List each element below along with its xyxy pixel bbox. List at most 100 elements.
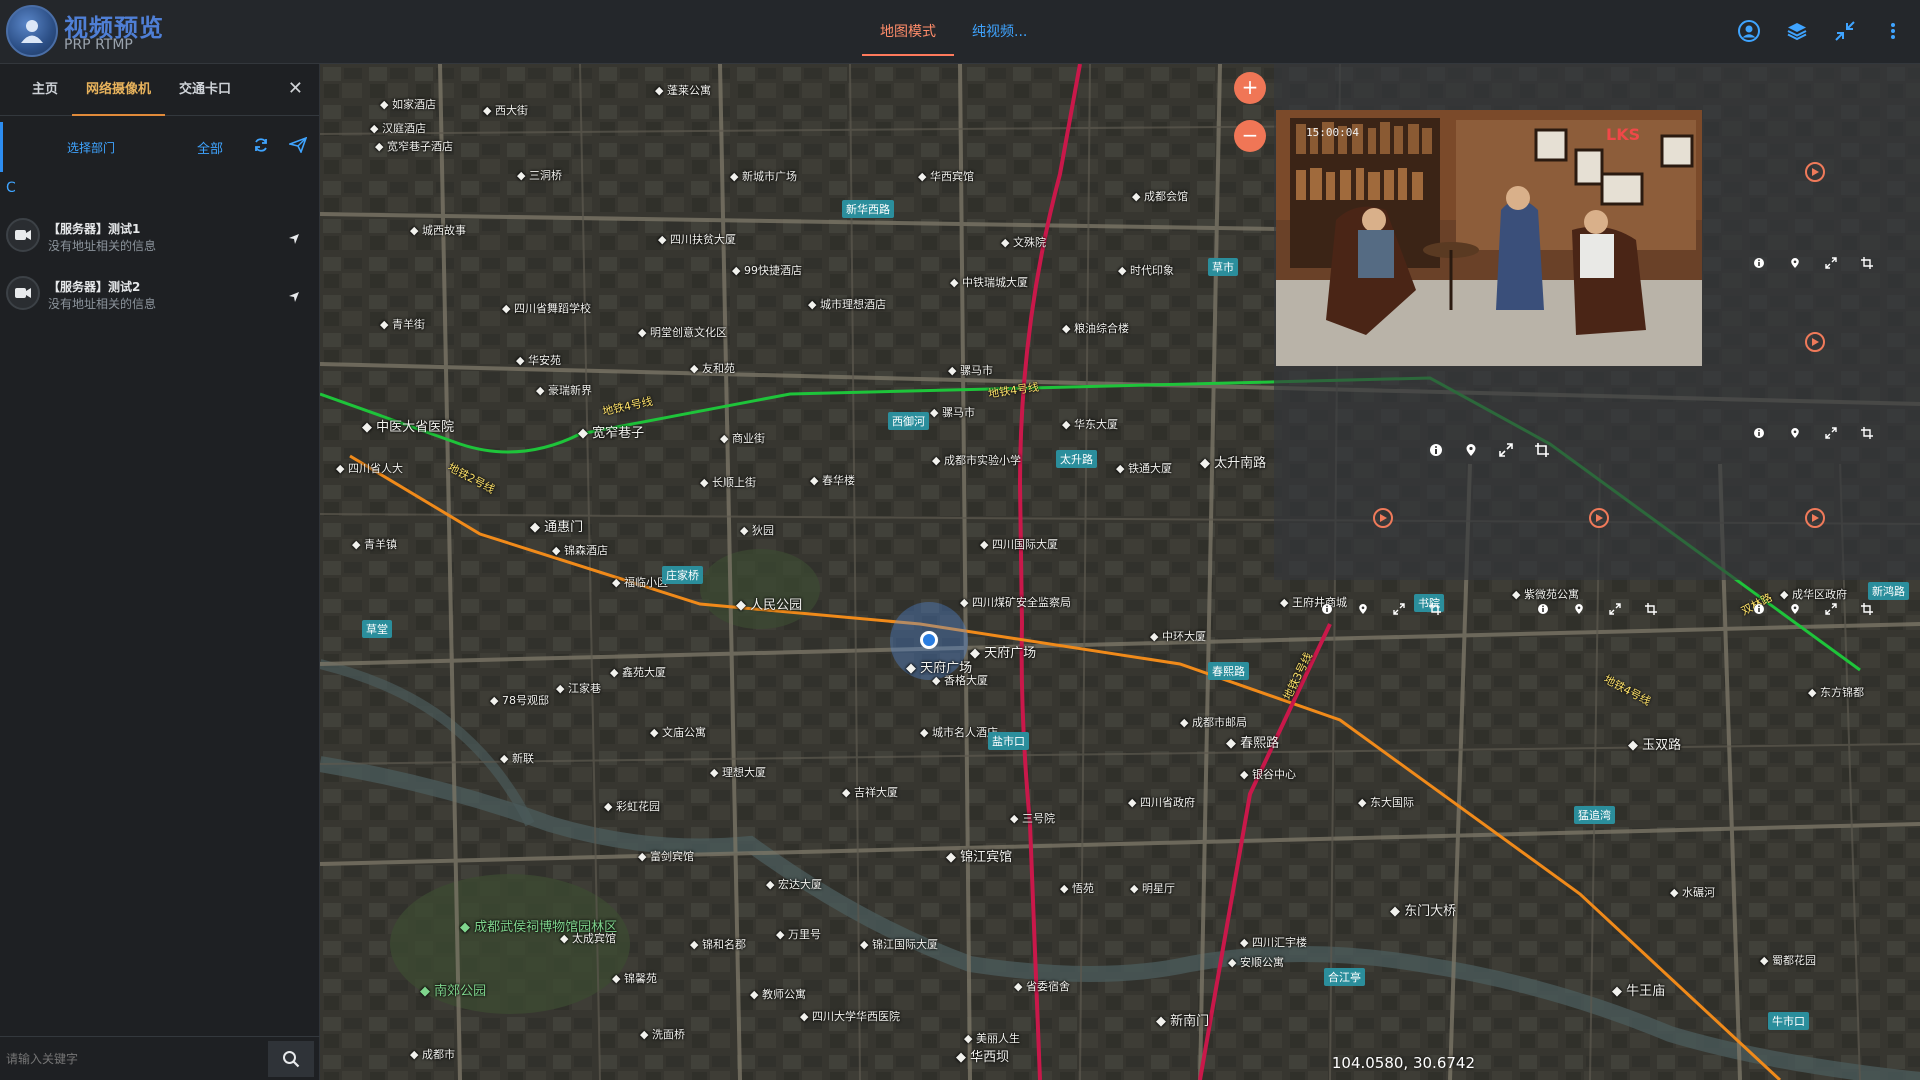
crop-icon[interactable] <box>1428 602 1442 616</box>
search-button[interactable] <box>268 1041 314 1077</box>
search-icon <box>283 1051 300 1068</box>
metro-station-badge[interactable]: 牛市口 <box>1768 1012 1809 1030</box>
location-pin-icon[interactable] <box>1788 256 1802 270</box>
info-icon[interactable] <box>1752 426 1766 440</box>
map-place-label: ◆ 锦江宾馆 <box>946 850 1013 865</box>
play-icon[interactable] <box>1589 508 1609 528</box>
metro-station-badge[interactable]: 春熙路 <box>1208 662 1249 680</box>
play-icon[interactable] <box>1805 332 1825 352</box>
metro-station-badge[interactable]: 盐市口 <box>988 732 1029 750</box>
location-pin-icon[interactable] <box>1572 602 1586 616</box>
metro-station-badge[interactable]: 新华西路 <box>842 200 894 218</box>
all-filter-button[interactable]: 全部 <box>197 138 223 157</box>
metro-station-badge[interactable]: 草市 <box>1208 258 1238 276</box>
locate-icon[interactable] <box>288 288 300 307</box>
tab-pure-video[interactable]: 纯视频... <box>954 0 1045 56</box>
map-place-label: ◆ 理想大厦 <box>710 766 766 779</box>
empty-video-cell[interactable] <box>1706 450 1920 620</box>
close-icon[interactable]: ✕ <box>288 78 303 99</box>
coordinate-readout: 104.0580, 30.6742 <box>1331 1054 1475 1072</box>
tab-traffic-checkpoint[interactable]: 交通卡口 <box>165 64 245 116</box>
sidebar: 主页 网络摄像机 交通卡口 ✕ 选择部门 全部 C 【服务器】测试1 没有地址相… <box>0 64 320 1080</box>
search-input[interactable] <box>6 1045 262 1073</box>
layers-icon[interactable] <box>1784 18 1810 44</box>
metro-station-badge[interactable]: 西御河 <box>888 412 929 430</box>
send-icon[interactable] <box>287 136 308 157</box>
map-place-label: ◆ 四川扶贫大厦 <box>658 233 736 246</box>
map-place-label: ◆ 宽窄巷子 <box>578 426 645 441</box>
zoom-in-button[interactable]: + <box>1234 72 1266 104</box>
info-icon[interactable] <box>1320 602 1334 616</box>
map-place-label: ◆ 如家酒店 <box>380 98 436 111</box>
fullscreen-icon[interactable] <box>1824 256 1838 270</box>
metro-station-badge[interactable]: 太升路 <box>1056 450 1097 468</box>
location-pin-icon[interactable] <box>1788 426 1802 440</box>
fullscreen-icon[interactable] <box>1608 602 1622 616</box>
map-place-label: ◆ 彩虹花园 <box>604 800 660 813</box>
map-place-label: ◆ 福临小区 <box>612 576 668 589</box>
crop-icon[interactable] <box>1644 602 1658 616</box>
metro-station-badge[interactable]: 庄家桥 <box>662 566 703 584</box>
map-place-label: ◆ 四川省舞蹈学校 <box>502 302 591 315</box>
empty-video-cell[interactable] <box>1490 450 1704 620</box>
crop-icon[interactable] <box>1860 426 1874 440</box>
camera-list-item[interactable]: 【服务器】测试1 没有地址相关的信息 <box>6 210 316 260</box>
play-icon[interactable] <box>1805 162 1825 182</box>
map-place-label: ◆ 富剑宾馆 <box>638 850 694 863</box>
map-place-label: ◆ 春熙路 <box>1226 736 1280 751</box>
map-place-label: ◆ 四川煤矿安全监察局 <box>960 596 1071 609</box>
user-icon[interactable] <box>1736 18 1762 44</box>
metro-station-badge[interactable]: 合江亭 <box>1324 968 1365 986</box>
map-place-label: ◆ 青羊镇 <box>352 538 397 551</box>
video-timestamp: 15:00:04 <box>1306 126 1359 139</box>
metro-station-badge[interactable]: 猛追湾 <box>1574 806 1615 824</box>
loading-indicator: C <box>6 180 16 196</box>
locate-icon[interactable] <box>288 230 300 249</box>
map-place-label: ◆ 商业街 <box>720 432 765 445</box>
map-place-label: ◆ 明堂创意文化区 <box>638 326 727 339</box>
crop-icon[interactable] <box>1860 602 1874 616</box>
empty-video-cell[interactable] <box>1706 274 1920 444</box>
app-subtitle: PRP RTMP <box>64 37 133 53</box>
fullscreen-icon[interactable] <box>1392 602 1406 616</box>
app-logo <box>6 5 58 57</box>
location-pin-icon[interactable] <box>1356 602 1370 616</box>
camera-name: 【服务器】测试2 <box>48 280 141 294</box>
tab-network-camera[interactable]: 网络摄像机 <box>72 64 166 116</box>
map-place-label: ◆ 南郊公园 <box>420 984 487 999</box>
map-place-label: ◆ 江家巷 <box>556 682 601 695</box>
info-icon[interactable] <box>1752 602 1766 616</box>
play-icon[interactable] <box>1805 508 1825 528</box>
live-video-stream[interactable]: LKS 15:00:04 <box>1276 110 1702 366</box>
info-icon[interactable] <box>1536 602 1550 616</box>
location-pin-icon[interactable] <box>1788 602 1802 616</box>
map-place-label: ◆ 万里号 <box>776 928 821 941</box>
current-location-marker[interactable] <box>920 631 938 649</box>
more-icon[interactable] <box>1880 18 1906 44</box>
map-place-label: ◆ 骡马市 <box>948 364 993 377</box>
map-place-label: ◆ 教师公寓 <box>750 988 806 1001</box>
fullscreen-icon[interactable] <box>1824 602 1838 616</box>
info-icon[interactable] <box>1752 256 1766 270</box>
tab-home[interactable]: 主页 <box>18 64 72 116</box>
map-place-label: ◆ 锦森酒店 <box>552 544 608 557</box>
map-place-label: ◆ 粮油综合楼 <box>1062 322 1129 335</box>
refresh-icon[interactable] <box>253 137 269 157</box>
camera-list-item[interactable]: 【服务器】测试2 没有地址相关的信息 <box>6 268 316 318</box>
empty-video-cell[interactable] <box>1706 104 1920 274</box>
map-place-label: ◆ 洗面桥 <box>640 1028 685 1041</box>
play-icon[interactable] <box>1373 508 1393 528</box>
map-place-label: ◆ 中环大厦 <box>1150 630 1206 643</box>
metro-station-badge[interactable]: 草堂 <box>362 620 392 638</box>
empty-video-cell[interactable] <box>1274 450 1488 620</box>
tab-map-mode[interactable]: 地图模式 <box>862 0 954 56</box>
map-place-label: ◆ 四川国际大厦 <box>980 538 1058 551</box>
select-department-button[interactable]: 选择部门 <box>67 139 115 156</box>
map-place-label: ◆ 新南门 <box>1156 1014 1210 1029</box>
fullscreen-icon[interactable] <box>1824 426 1838 440</box>
crop-icon[interactable] <box>1860 256 1874 270</box>
collapse-icon[interactable] <box>1832 18 1858 44</box>
map-place-label: ◆ 成都市 <box>410 1048 455 1061</box>
map-place-label: ◆ 成都市邮局 <box>1180 716 1247 729</box>
zoom-out-button[interactable]: − <box>1234 120 1266 152</box>
